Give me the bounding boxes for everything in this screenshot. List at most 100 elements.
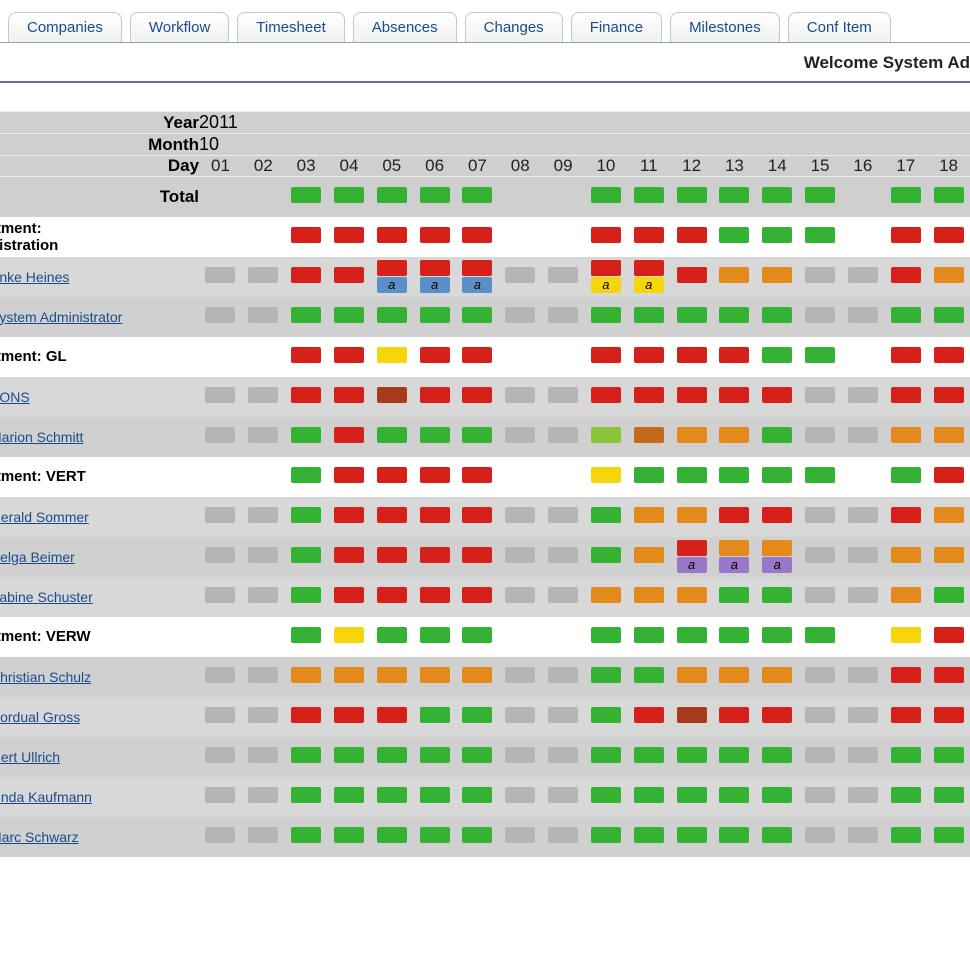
- user-cell[interactable]: [627, 497, 670, 537]
- user-cell[interactable]: [713, 697, 756, 737]
- user-cell[interactable]: [285, 377, 328, 417]
- user-cell[interactable]: [927, 817, 970, 857]
- user-cell[interactable]: [370, 537, 413, 577]
- user-cell[interactable]: [285, 777, 328, 817]
- tab-absences[interactable]: Absences: [353, 12, 457, 42]
- user-cell[interactable]: [884, 377, 927, 417]
- user-cell[interactable]: [670, 297, 713, 337]
- user-cell[interactable]: [927, 577, 970, 617]
- user-cell[interactable]: [799, 537, 842, 577]
- user-cell[interactable]: [199, 817, 242, 857]
- user-cell[interactable]: [542, 297, 585, 337]
- user-cell[interactable]: [627, 537, 670, 577]
- user-cell[interactable]: [627, 777, 670, 817]
- user-cell[interactable]: [927, 657, 970, 697]
- user-cell[interactable]: [328, 777, 371, 817]
- user-cell[interactable]: [370, 777, 413, 817]
- user-cell[interactable]: [799, 697, 842, 737]
- user-cell[interactable]: [756, 697, 799, 737]
- user-cell[interactable]: [713, 297, 756, 337]
- tab-conf-item[interactable]: Conf Item: [788, 12, 891, 42]
- user-cell[interactable]: [542, 377, 585, 417]
- user-cell[interactable]: [841, 577, 884, 617]
- user-link[interactable]: KONS: [0, 389, 30, 405]
- user-cell[interactable]: [285, 297, 328, 337]
- user-cell[interactable]: [199, 577, 242, 617]
- user-cell[interactable]: [242, 297, 285, 337]
- user-cell[interactable]: [670, 497, 713, 537]
- user-cell[interactable]: [670, 777, 713, 817]
- user-cell[interactable]: [328, 297, 371, 337]
- user-cell[interactable]: a: [456, 257, 499, 297]
- user-cell[interactable]: [199, 257, 242, 297]
- user-cell[interactable]: [370, 297, 413, 337]
- user-cell[interactable]: [242, 257, 285, 297]
- user-cell[interactable]: [756, 257, 799, 297]
- user-cell[interactable]: [456, 377, 499, 417]
- user-cell[interactable]: [884, 697, 927, 737]
- user-cell[interactable]: [756, 377, 799, 417]
- user-cell[interactable]: [927, 737, 970, 777]
- user-cell[interactable]: [799, 737, 842, 777]
- user-cell[interactable]: [799, 817, 842, 857]
- user-cell[interactable]: [585, 377, 628, 417]
- user-cell[interactable]: [841, 737, 884, 777]
- user-cell[interactable]: [713, 257, 756, 297]
- user-link[interactable]: Cordual Gross: [0, 709, 80, 725]
- user-cell[interactable]: [713, 657, 756, 697]
- user-cell[interactable]: [756, 817, 799, 857]
- user-cell[interactable]: [499, 537, 542, 577]
- user-cell[interactable]: [756, 577, 799, 617]
- user-cell[interactable]: [756, 417, 799, 457]
- user-cell[interactable]: [713, 377, 756, 417]
- user-cell[interactable]: a: [756, 537, 799, 577]
- user-cell[interactable]: [713, 737, 756, 777]
- tab-milestones[interactable]: Milestones: [670, 12, 780, 42]
- user-cell[interactable]: [627, 377, 670, 417]
- user-cell[interactable]: [328, 417, 371, 457]
- user-cell[interactable]: [328, 537, 371, 577]
- user-cell[interactable]: [756, 657, 799, 697]
- user-cell[interactable]: [242, 377, 285, 417]
- user-cell[interactable]: [413, 737, 456, 777]
- user-cell[interactable]: [884, 297, 927, 337]
- user-cell[interactable]: [456, 697, 499, 737]
- user-link[interactable]: System Administrator: [0, 309, 122, 325]
- user-cell[interactable]: [413, 777, 456, 817]
- user-cell[interactable]: [499, 697, 542, 737]
- user-cell[interactable]: [242, 577, 285, 617]
- user-cell[interactable]: [199, 377, 242, 417]
- user-cell[interactable]: [242, 777, 285, 817]
- user-cell[interactable]: [542, 697, 585, 737]
- user-cell[interactable]: [927, 777, 970, 817]
- user-cell[interactable]: [456, 577, 499, 617]
- user-cell[interactable]: [456, 537, 499, 577]
- user-cell[interactable]: a: [585, 257, 628, 297]
- user-cell[interactable]: [413, 377, 456, 417]
- user-cell[interactable]: [328, 657, 371, 697]
- user-cell[interactable]: [542, 657, 585, 697]
- user-cell[interactable]: [884, 777, 927, 817]
- user-cell[interactable]: [456, 417, 499, 457]
- user-cell[interactable]: [242, 537, 285, 577]
- user-cell[interactable]: [884, 737, 927, 777]
- user-cell[interactable]: [841, 817, 884, 857]
- user-cell[interactable]: [370, 497, 413, 537]
- user-cell[interactable]: [841, 537, 884, 577]
- user-cell[interactable]: a: [370, 257, 413, 297]
- user-cell[interactable]: [927, 537, 970, 577]
- user-cell[interactable]: [285, 417, 328, 457]
- user-cell[interactable]: a: [627, 257, 670, 297]
- user-cell[interactable]: [285, 737, 328, 777]
- user-cell[interactable]: [884, 657, 927, 697]
- user-cell[interactable]: [585, 297, 628, 337]
- user-cell[interactable]: [627, 817, 670, 857]
- user-cell[interactable]: [542, 497, 585, 537]
- user-cell[interactable]: [499, 377, 542, 417]
- user-cell[interactable]: [499, 417, 542, 457]
- user-cell[interactable]: [670, 737, 713, 777]
- user-cell[interactable]: a: [413, 257, 456, 297]
- tab-changes[interactable]: Changes: [465, 12, 563, 42]
- user-cell[interactable]: [627, 737, 670, 777]
- user-cell[interactable]: [756, 737, 799, 777]
